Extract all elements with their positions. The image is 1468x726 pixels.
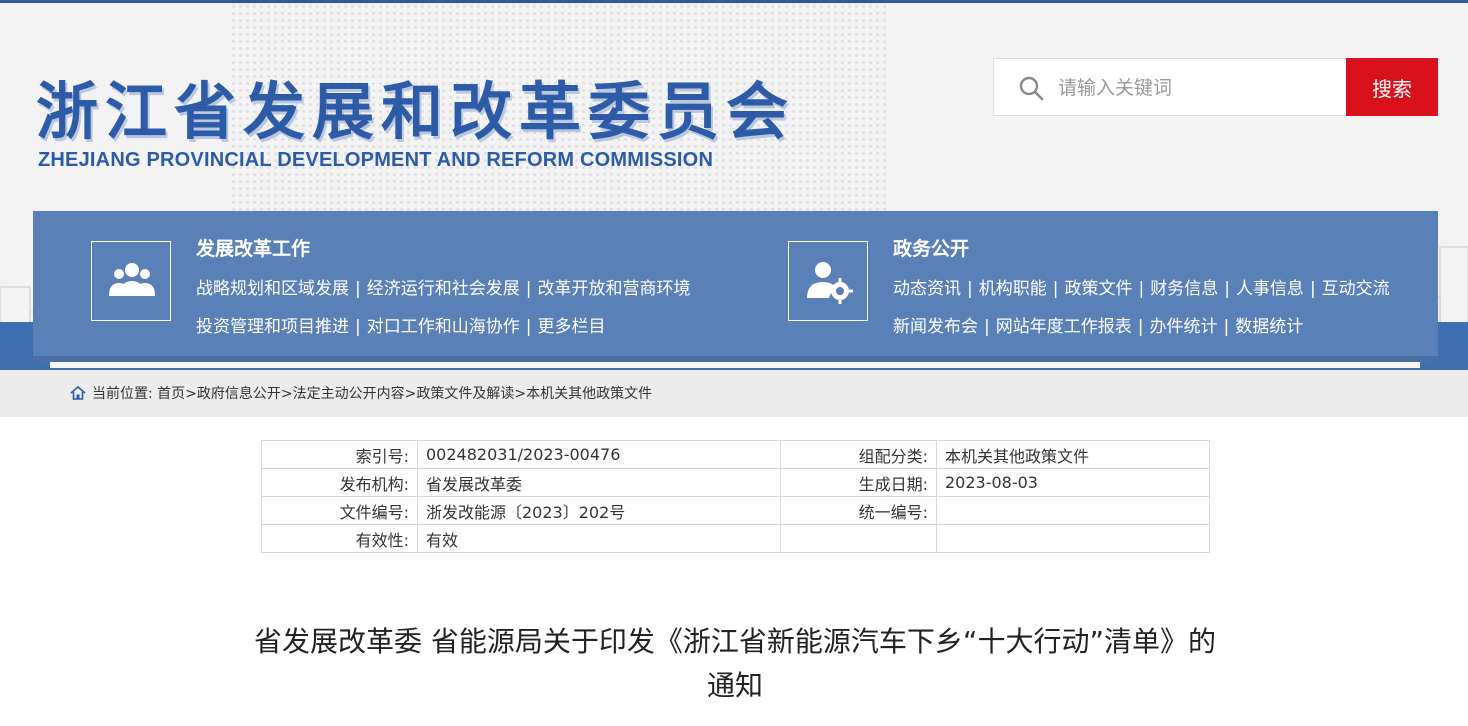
meta-key-publisher: 发布机构: bbox=[261, 468, 418, 497]
document-title-line2: 通知 bbox=[706, 669, 763, 702]
nav-separator: | bbox=[355, 279, 361, 299]
nav-link-data-statistics[interactable]: 数据统计 bbox=[1235, 317, 1303, 337]
nav-left-icon-box[interactable] bbox=[91, 241, 171, 321]
breadcrumb-prefix: 当前位置: bbox=[92, 386, 153, 402]
nav-right-row2: 新闻发布会 | 网站年度工作报表 | 办件统计 | 数据统计 bbox=[893, 312, 1303, 337]
breadcrumb-separator: > bbox=[514, 386, 527, 402]
nav-link-counterpart-cooperation[interactable]: 对口工作和山海协作 bbox=[367, 317, 520, 337]
nav-separator: | bbox=[1224, 279, 1230, 299]
nav-link-strategy-planning[interactable]: 战略规划和区域发展 bbox=[196, 279, 349, 299]
meta-key-index: 索引号: bbox=[261, 440, 418, 469]
nav-right-icon-box[interactable] bbox=[788, 241, 868, 321]
breadcrumb-current[interactable]: 本机关其他政策文件 bbox=[526, 386, 652, 402]
breadcrumb-separator: > bbox=[185, 386, 197, 402]
nav-separator: | bbox=[355, 317, 361, 337]
meta-empty-key bbox=[780, 524, 937, 553]
nav-link-case-statistics[interactable]: 办件统计 bbox=[1149, 317, 1217, 337]
meta-key-date: 生成日期: bbox=[780, 468, 937, 497]
nav-link-press-conference[interactable]: 新闻发布会 bbox=[893, 317, 978, 337]
nav-separator: | bbox=[984, 317, 990, 337]
nav-link-news[interactable]: 动态资讯 bbox=[893, 279, 961, 299]
nav-link-policy-docs[interactable]: 政策文件 bbox=[1064, 279, 1132, 299]
breadcrumb-policy-docs[interactable]: 政策文件及解读 bbox=[416, 386, 514, 402]
nav-separator: | bbox=[1052, 279, 1059, 299]
meta-value-doc-number: 浙发改能源〔2023〕202号 bbox=[417, 496, 781, 525]
meta-key-unified-number: 统一编号: bbox=[780, 496, 937, 525]
search-icon bbox=[1019, 76, 1044, 101]
home-icon bbox=[70, 386, 86, 400]
nav-link-reform-opening[interactable]: 改革开放和营商环境 bbox=[537, 279, 690, 299]
nav-link-functions[interactable]: 机构职能 bbox=[979, 279, 1047, 299]
meta-empty-value bbox=[936, 524, 1210, 553]
nav-link-more-columns[interactable]: 更多栏目 bbox=[537, 317, 605, 337]
nav-right-heading[interactable]: 政务公开 bbox=[893, 234, 969, 261]
nav-separator: | bbox=[525, 279, 532, 299]
breadcrumb-separator: > bbox=[280, 386, 293, 402]
nav-separator: | bbox=[1138, 279, 1145, 299]
nav-left-heading[interactable]: 发展改革工作 bbox=[196, 234, 310, 261]
site-title: 浙江省发展和改革委员会 bbox=[36, 75, 796, 148]
meta-key-validity: 有效性: bbox=[261, 524, 418, 553]
nav-link-economic-operation[interactable]: 经济运行和社会发展 bbox=[367, 279, 520, 299]
nav-panel-shadow bbox=[50, 356, 1420, 368]
breadcrumb-home[interactable]: 首页 bbox=[157, 386, 185, 402]
table-row: 发布机构: 省发展改革委 生成日期: 2023-08-03 bbox=[261, 468, 1210, 497]
table-row: 索引号: 002482031/2023-00476 组配分类: 本机关其他政策文… bbox=[261, 440, 1210, 469]
search-input[interactable] bbox=[1056, 69, 1340, 107]
nav-separator: | bbox=[1309, 279, 1316, 299]
search-button[interactable]: 搜索 bbox=[1346, 58, 1438, 116]
breadcrumb: 当前位置: 首页>政府信息公开>法定主动公开内容>政策文件及解读>本机关其他政策… bbox=[70, 383, 652, 403]
nav-separator: | bbox=[967, 279, 973, 299]
table-row: 文件编号: 浙发改能源〔2023〕202号 统一编号: bbox=[261, 496, 1210, 525]
table-row: 有效性: 有效 bbox=[261, 524, 1210, 553]
nav-link-personnel-info[interactable]: 人事信息 bbox=[1236, 279, 1304, 299]
nav-separator: | bbox=[1137, 317, 1144, 337]
site-subtitle-en: ZHEJIANG PROVINCIAL DEVELOPMENT AND REFO… bbox=[38, 149, 714, 171]
nav-separator: | bbox=[1223, 317, 1230, 337]
search-box: 搜索 bbox=[993, 58, 1438, 116]
breadcrumb-separator: > bbox=[404, 386, 417, 402]
meta-value-category: 本机关其他政策文件 bbox=[936, 440, 1210, 469]
nav-link-annual-report[interactable]: 网站年度工作报表 bbox=[996, 317, 1132, 337]
document-meta-table: 索引号: 002482031/2023-00476 组配分类: 本机关其他政策文… bbox=[261, 440, 1210, 553]
breadcrumb-gov-info[interactable]: 政府信息公开 bbox=[197, 386, 281, 402]
nav-separator: | bbox=[525, 317, 532, 337]
meta-value-date: 2023-08-03 bbox=[936, 468, 1210, 497]
meta-key-doc-number: 文件编号: bbox=[261, 496, 418, 525]
meta-value-unified-number bbox=[936, 496, 1210, 525]
document-title-line1: 省发展改革委 省能源局关于印发《浙江省新能源汽车下乡“十大行动”清单》的 bbox=[254, 625, 1216, 658]
meta-value-publisher: 省发展改革委 bbox=[417, 468, 781, 497]
nav-link-investment-management[interactable]: 投资管理和项目推进 bbox=[196, 317, 349, 337]
meta-key-category: 组配分类: bbox=[780, 440, 937, 469]
breadcrumb-statutory[interactable]: 法定主动公开内容 bbox=[293, 386, 405, 402]
nav-left-row2: 投资管理和项目推进 | 对口工作和山海协作 | 更多栏目 bbox=[196, 312, 605, 337]
user-gear-icon bbox=[807, 262, 853, 304]
nav-link-finance-info[interactable]: 财务信息 bbox=[1150, 279, 1218, 299]
nav-left-row1: 战略规划和区域发展 | 经济运行和社会发展 | 改革开放和营商环境 bbox=[196, 274, 690, 299]
document-title: 省发展改革委 省能源局关于印发《浙江省新能源汽车下乡“十大行动”清单》的 通知 bbox=[190, 620, 1280, 708]
nav-link-interaction[interactable]: 互动交流 bbox=[1322, 279, 1390, 299]
meta-value-index: 002482031/2023-00476 bbox=[417, 440, 781, 469]
people-group-icon bbox=[109, 263, 155, 296]
meta-value-validity: 有效 bbox=[417, 524, 781, 553]
nav-right-row1: 动态资讯 | 机构职能 | 政策文件 | 财务信息 | 人事信息 | 互动交流 bbox=[893, 274, 1390, 299]
nav-panel: 发展改革工作 战略规划和区域发展 | 经济运行和社会发展 | 改革开放和营商环境 投资管… bbox=[33, 211, 1438, 356]
